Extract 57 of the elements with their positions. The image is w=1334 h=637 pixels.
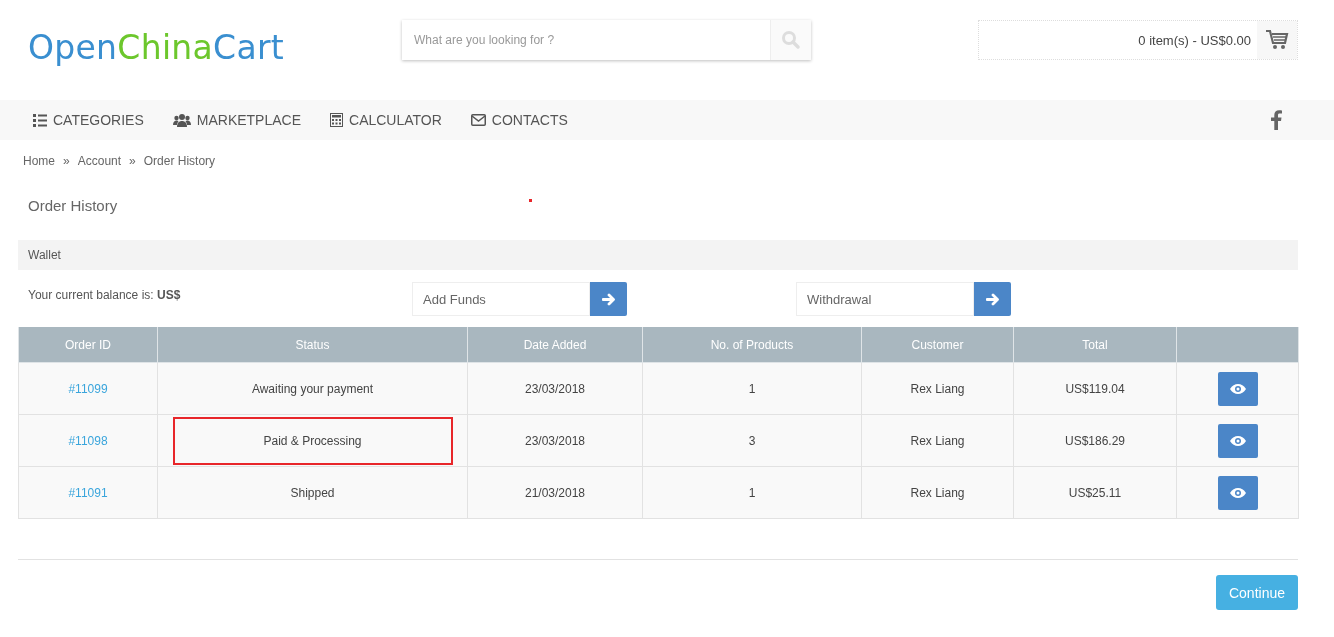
eye-icon <box>1229 487 1246 498</box>
column-header: Total <box>1013 327 1177 363</box>
breadcrumb-link[interactable]: Account <box>77 154 122 170</box>
envelope-icon <box>470 114 486 126</box>
nav-link[interactable]: CONTACTS <box>470 112 568 128</box>
customer-cell: Rex Liang <box>910 433 965 448</box>
withdrawal-field[interactable]: Withdrawal <box>796 282 974 316</box>
nav-link[interactable]: MARKETPLACE <box>172 112 301 128</box>
add-funds-field[interactable]: Add Funds <box>412 282 590 316</box>
cart-icon <box>1265 29 1289 51</box>
wallet-heading: Wallet <box>28 248 61 262</box>
total-cell: US$25.11 <box>1068 485 1122 500</box>
quantity-cell: 1 <box>748 381 756 396</box>
total-cell: US$186.29 <box>1064 433 1125 448</box>
arrow-right-icon <box>985 292 1000 306</box>
date-cell: 21/03/2018 <box>524 485 586 500</box>
users-icon <box>172 113 191 127</box>
search-field[interactable]: What are you looking for ? <box>402 20 770 60</box>
customer-cell: Rex Liang <box>910 485 965 500</box>
submit-button[interactable] <box>590 282 627 316</box>
submit-button[interactable] <box>974 282 1011 316</box>
search-icon <box>781 30 801 50</box>
breadcrumb-link[interactable]: Order History <box>143 154 216 170</box>
total-cell: US$119.04 <box>1065 381 1125 396</box>
dot-mark <box>529 198 532 202</box>
view-button[interactable] <box>1217 475 1258 510</box>
list-icon <box>33 113 47 127</box>
eye-icon <box>1229 383 1246 394</box>
column-header: Customer <box>861 327 1014 363</box>
nav-link[interactable]: CATEGORIES <box>33 112 144 128</box>
breadcrumb-separator: » <box>129 154 136 170</box>
site-logo[interactable]: OpenChinaCart <box>28 27 402 67</box>
breadcrumb-link[interactable]: Home <box>23 154 55 170</box>
quantity-cell: 3 <box>748 433 756 448</box>
page-title: Order History <box>28 196 119 214</box>
column-header: Date Added <box>467 327 643 363</box>
column-header: Status <box>157 327 468 363</box>
eye-icon <box>1229 435 1246 446</box>
date-cell: 23/03/2018 <box>524 433 586 448</box>
date-cell: 23/03/2018 <box>524 381 586 396</box>
cart-button[interactable] <box>1257 21 1297 59</box>
customer-cell: Rex Liang <box>910 381 965 396</box>
quantity-cell: 1 <box>748 485 756 500</box>
calculator-icon <box>330 113 343 127</box>
view-button[interactable] <box>1217 371 1258 406</box>
cart-summary[interactable]: 0 item(s) - US$0.00 <box>1138 32 1251 48</box>
view-button[interactable] <box>1217 423 1258 458</box>
status-text: Awaiting your payment <box>250 380 375 398</box>
breadcrumb-separator: » <box>63 154 70 170</box>
column-header: No. of Products <box>642 327 862 363</box>
column-header: Order ID <box>18 327 158 363</box>
status-text: Shipped <box>289 484 336 502</box>
highlighted-status: Paid & Processing <box>172 416 453 465</box>
nav-link[interactable]: CALCULATOR <box>330 112 442 128</box>
balance-text: Your current balance is: US$ <box>27 287 182 302</box>
facebook-icon[interactable] <box>1271 110 1282 130</box>
arrow-right-icon <box>601 292 616 306</box>
